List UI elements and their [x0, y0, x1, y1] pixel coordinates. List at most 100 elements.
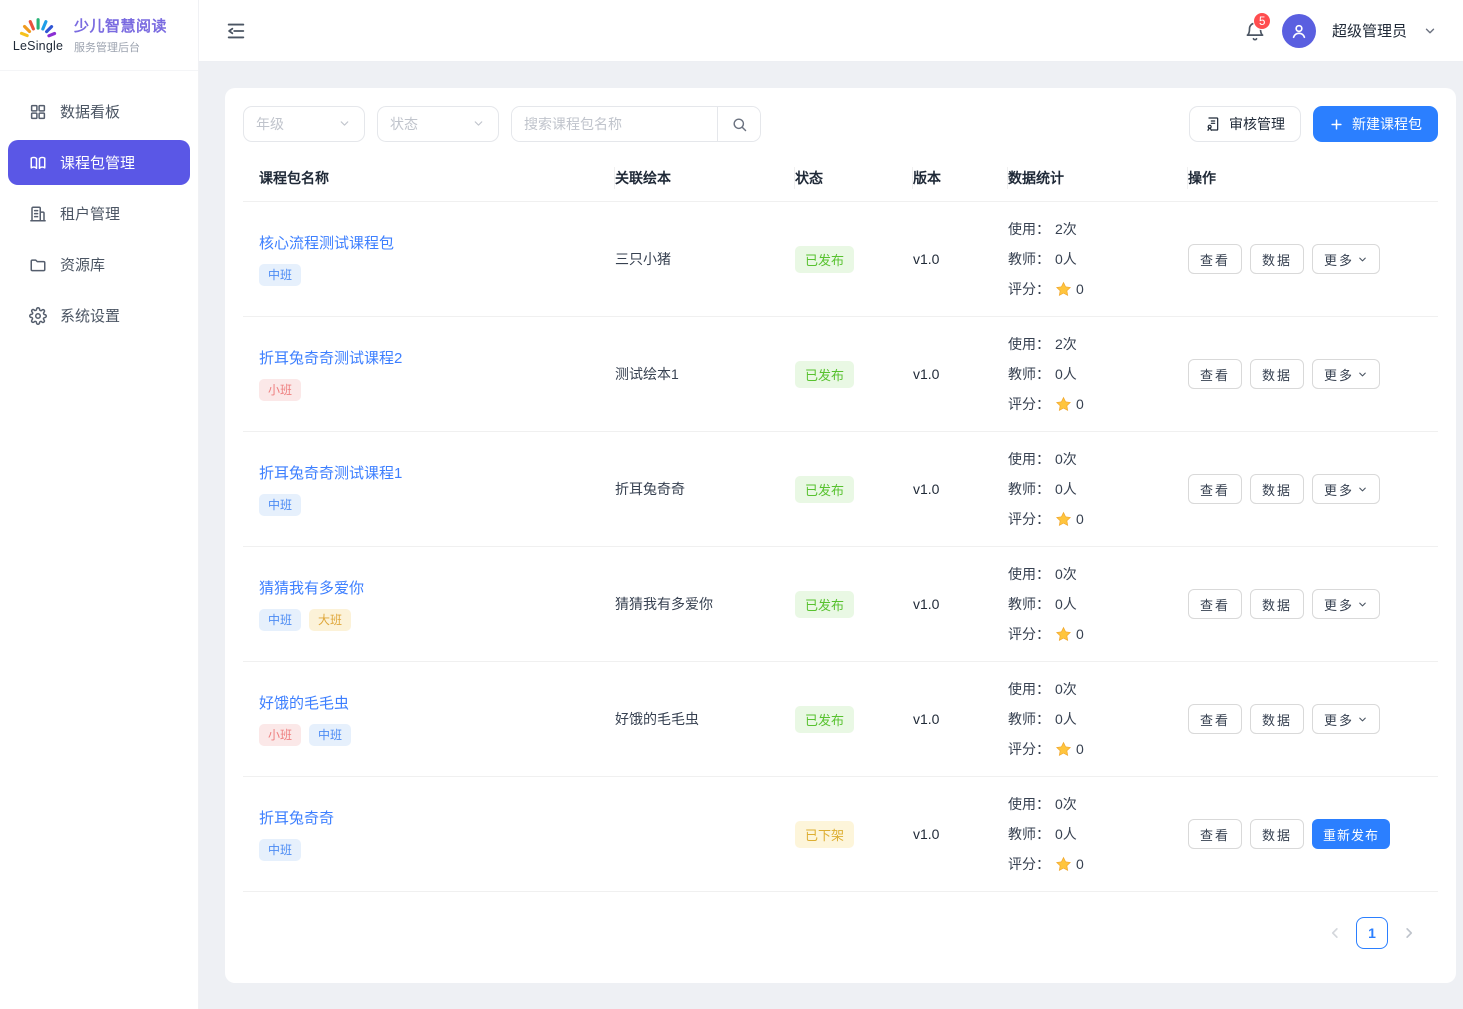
usage-label: 使用：	[1008, 329, 1050, 359]
sidebar-item-resources[interactable]: 资源库	[8, 242, 190, 287]
usage-value: 0次	[1055, 559, 1077, 589]
more-button[interactable]: 更多	[1312, 244, 1380, 274]
version-text: v1.0	[913, 596, 939, 612]
notification-bell-icon[interactable]: 5	[1244, 20, 1266, 42]
chevron-down-icon	[1357, 484, 1368, 495]
view-button[interactable]: 查看	[1188, 359, 1242, 389]
package-name-link[interactable]: 折耳兔奇奇测试课程1	[259, 462, 402, 483]
more-button[interactable]: 更多	[1312, 359, 1380, 389]
menu-fold-icon[interactable]	[225, 20, 247, 42]
more-button[interactable]: 更多	[1312, 589, 1380, 619]
more-button[interactable]: 更多	[1312, 474, 1380, 504]
user-menu-chevron-down-icon[interactable]	[1423, 24, 1437, 38]
sidebar-item-dashboard[interactable]: 数据看板	[8, 89, 190, 134]
column-header-version: 版本	[913, 168, 1008, 188]
teacher-label: 教师：	[1008, 474, 1050, 504]
building-icon	[29, 205, 47, 223]
main-content: 年级 状态 审核管理	[199, 62, 1463, 1009]
status-badge: 已发布	[795, 476, 854, 503]
sidebar-item-label: 系统设置	[60, 305, 120, 326]
data-button[interactable]: 数据	[1250, 359, 1304, 389]
package-name-link[interactable]: 好饿的毛毛虫	[259, 692, 349, 713]
data-button[interactable]: 数据	[1250, 704, 1304, 734]
grade-tag: 中班	[259, 839, 301, 861]
chevron-down-icon	[1357, 714, 1368, 725]
teacher-value: 0人	[1055, 244, 1077, 274]
teacher-value: 0人	[1055, 474, 1077, 504]
view-button[interactable]: 查看	[1188, 704, 1242, 734]
version-text: v1.0	[913, 711, 939, 727]
notification-badge: 5	[1253, 12, 1271, 30]
more-button-label: 更多	[1324, 480, 1354, 499]
related-book: 测试绘本1	[615, 366, 679, 382]
teacher-value: 0人	[1055, 704, 1077, 734]
more-button[interactable]: 更多	[1312, 704, 1380, 734]
pagination-page-1[interactable]: 1	[1356, 917, 1388, 949]
rating-value: 0	[1076, 734, 1084, 764]
rating-label: 评分：	[1008, 849, 1050, 879]
status-select[interactable]: 状态	[377, 106, 499, 142]
table-row: 折耳兔奇奇测试课程1 中班 折耳兔奇奇 已发布 v1.0 使用：0次 教师：0人…	[243, 432, 1438, 547]
pagination-prev-icon[interactable]	[1326, 924, 1344, 942]
column-header-actions: 操作	[1188, 168, 1438, 188]
sidebar: LeSingle 少儿智慧阅读 服务管理后台 数据看板 课程包管理 租户管理	[0, 0, 199, 1009]
star-icon	[1055, 626, 1072, 643]
star-icon	[1055, 281, 1072, 298]
data-button[interactable]: 数据	[1250, 819, 1304, 849]
teacher-value: 0人	[1055, 819, 1077, 849]
search-group	[511, 106, 761, 142]
audit-manage-button[interactable]: 审核管理	[1189, 106, 1301, 142]
sidebar-item-tenants[interactable]: 租户管理	[8, 191, 190, 236]
star-icon	[1055, 856, 1072, 873]
status-badge: 已发布	[795, 591, 854, 618]
usage-label: 使用：	[1008, 674, 1050, 704]
top-header: 5 超级管理员	[199, 0, 1463, 62]
search-input[interactable]	[512, 107, 717, 141]
more-button-label: 更多	[1324, 595, 1354, 614]
create-button-label: 新建课程包	[1352, 114, 1422, 134]
grade-select[interactable]: 年级	[243, 106, 365, 142]
brand-logo: LeSingle 少儿智慧阅读 服务管理后台	[0, 0, 198, 71]
app-title: 少儿智慧阅读	[74, 15, 167, 36]
teacher-label: 教师：	[1008, 589, 1050, 619]
sidebar-item-settings[interactable]: 系统设置	[8, 293, 190, 338]
related-book: 好饿的毛毛虫	[615, 711, 699, 727]
rating-label: 评分：	[1008, 619, 1050, 649]
data-button[interactable]: 数据	[1250, 244, 1304, 274]
sidebar-item-course-packages[interactable]: 课程包管理	[8, 140, 190, 185]
view-button[interactable]: 查看	[1188, 589, 1242, 619]
teacher-value: 0人	[1055, 359, 1077, 389]
grade-tag: 中班	[309, 724, 351, 746]
current-user-name[interactable]: 超级管理员	[1332, 20, 1407, 41]
data-button[interactable]: 数据	[1250, 474, 1304, 504]
usage-value: 0次	[1055, 674, 1077, 704]
status-badge: 已下架	[795, 821, 854, 848]
avatar[interactable]	[1282, 14, 1316, 48]
star-icon	[1055, 511, 1072, 528]
rating-label: 评分：	[1008, 504, 1050, 534]
rainbow-bars-icon	[15, 17, 61, 41]
user-icon	[1289, 21, 1309, 41]
data-button[interactable]: 数据	[1250, 589, 1304, 619]
search-icon	[731, 116, 748, 133]
package-name-link[interactable]: 折耳兔奇奇测试课程2	[259, 347, 402, 368]
status-select-placeholder: 状态	[390, 114, 418, 134]
rating-label: 评分：	[1008, 734, 1050, 764]
republish-button[interactable]: 重新发布	[1312, 819, 1390, 849]
status-badge: 已发布	[795, 361, 854, 388]
sidebar-item-label: 数据看板	[60, 101, 120, 122]
view-button[interactable]: 查看	[1188, 474, 1242, 504]
star-icon	[1055, 741, 1072, 758]
more-button-label: 更多	[1324, 250, 1354, 269]
grade-tag: 小班	[259, 379, 301, 401]
column-header-status: 状态	[795, 168, 913, 188]
pagination-next-icon[interactable]	[1400, 924, 1418, 942]
usage-label: 使用：	[1008, 214, 1050, 244]
package-name-link[interactable]: 折耳兔奇奇	[259, 807, 334, 828]
package-name-link[interactable]: 核心流程测试课程包	[259, 232, 394, 253]
package-name-link[interactable]: 猜猜我有多爱你	[259, 577, 364, 598]
search-button[interactable]	[717, 107, 760, 141]
view-button[interactable]: 查看	[1188, 819, 1242, 849]
view-button[interactable]: 查看	[1188, 244, 1242, 274]
create-package-button[interactable]: 新建课程包	[1313, 106, 1438, 142]
